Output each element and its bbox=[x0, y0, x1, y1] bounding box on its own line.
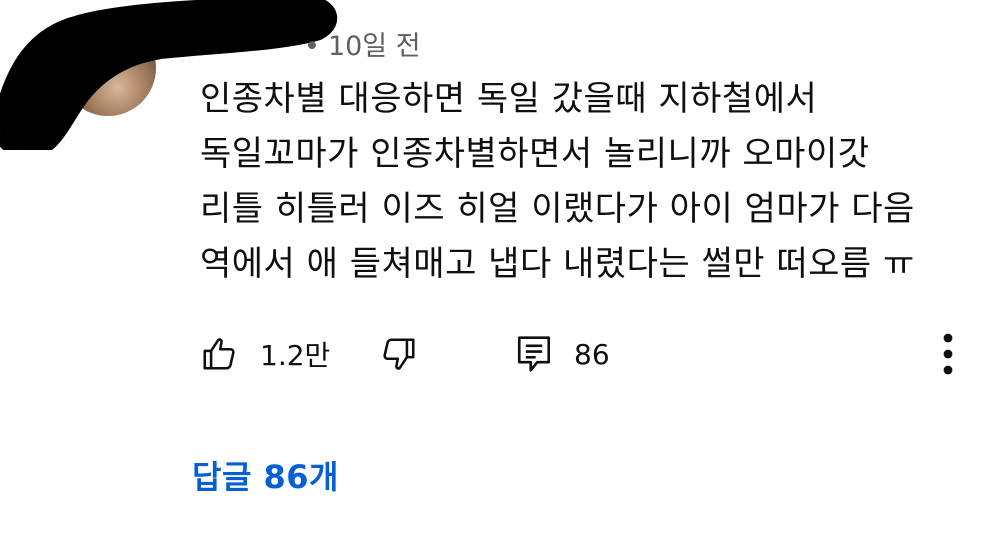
thumbs-down-icon bbox=[383, 338, 415, 370]
comment-line: 리틀 히틀러 이즈 히얼 이랬다가 아이 엄마가 다음 bbox=[200, 189, 915, 229]
thumbs-up-icon bbox=[203, 338, 235, 370]
like-button[interactable]: 1.2만 bbox=[200, 326, 330, 382]
comment-line: 역에서 애 들쳐매고 냅다 내렸다는 썰만 떠오름 ㅠ bbox=[200, 244, 915, 284]
reply-comment-icon bbox=[517, 336, 551, 372]
meta-separator: • bbox=[304, 31, 320, 62]
comment-action-bar: 1.2만 86 bbox=[200, 326, 980, 382]
view-replies-link[interactable]: 답글 86개 bbox=[192, 452, 339, 498]
reply-button[interactable]: 86 bbox=[516, 326, 610, 382]
comment-line: 독일꼬마가 인종차별하면서 놀리니까 오마이갓 bbox=[200, 134, 870, 174]
comment-text: 인종차별 대응하면 독일 갔을때 지하철에서 독일꼬마가 인종차별하면서 놀리니… bbox=[200, 72, 980, 292]
more-vertical-icon bbox=[943, 333, 953, 375]
comment-line: 인종차별 대응하면 독일 갔을때 지하철에서 bbox=[200, 79, 818, 119]
dislike-button[interactable] bbox=[380, 326, 418, 382]
reply-count: 86 bbox=[574, 337, 610, 371]
comment-meta: • 10일 전 bbox=[302, 24, 421, 63]
comment-timestamp[interactable]: 10일 전 bbox=[328, 31, 421, 62]
avatar[interactable] bbox=[60, 20, 156, 116]
more-options-button[interactable] bbox=[938, 326, 958, 382]
like-count: 1.2만 bbox=[260, 339, 331, 372]
